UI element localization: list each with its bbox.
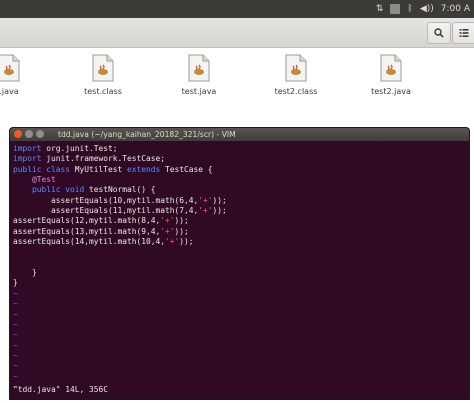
code-line: ~ <box>13 289 466 299</box>
class-file-icon <box>285 54 307 82</box>
window-controls <box>14 130 44 138</box>
code-token: '+' <box>198 195 213 205</box>
file-manager-toolbar <box>0 18 474 48</box>
keyboard-layout-icon[interactable] <box>390 4 401 14</box>
code-line: ~ <box>13 320 466 330</box>
vim-window[interactable]: tdd.java (~/yang_kaihan_20182_321/scr) -… <box>9 127 470 400</box>
file-name: test2.class <box>274 87 318 96</box>
code-line: ~ <box>13 341 466 351</box>
code-token: ~ <box>13 371 18 381</box>
code-token: assertEquals(13,mytil.math(9,4, <box>13 226 161 236</box>
file-item[interactable]: test2.java <box>356 54 426 96</box>
class-file-icon <box>92 54 114 82</box>
code-line: public class MyUtilTest extends TestCase… <box>13 165 466 175</box>
file-item[interactable]: test.class <box>68 54 138 96</box>
code-token: '+' <box>160 226 175 236</box>
code-token: import <box>13 154 42 164</box>
code-line: import junit.framework.TestCase; <box>13 154 466 164</box>
clock[interactable]: 7:00 A <box>441 0 470 18</box>
code-token: } <box>13 268 37 278</box>
file-name: test.java <box>181 87 217 96</box>
java-file-icon <box>0 54 20 82</box>
code-token: junit.framework.TestCase; <box>41 154 166 164</box>
file-name: test2.java <box>371 87 411 96</box>
code-token: org.junit.Test; <box>41 144 118 153</box>
code-line: assertEquals(13,mytil.math(9,4,'+')); <box>13 227 466 237</box>
code-line: ~ <box>13 330 466 340</box>
code-token: )); <box>179 237 194 247</box>
code-token: ~ <box>13 350 18 360</box>
file-name: .java <box>0 87 19 96</box>
view-options-button[interactable] <box>452 22 474 44</box>
system-top-panel: ⇅ ᛒ ◀)) 7:00 A <box>0 0 474 18</box>
code-token: )); <box>212 195 227 205</box>
file-grid: .java test.class test.java test2.class t… <box>0 48 474 126</box>
list-view-icon <box>459 29 469 37</box>
code-line: } <box>13 278 466 288</box>
file-name: test.class <box>84 87 122 96</box>
maximize-button[interactable] <box>36 130 44 138</box>
code-line: @Test <box>13 175 466 185</box>
code-line: ~ <box>13 351 466 361</box>
code-token: ~ <box>13 340 18 350</box>
code-token: TestCase { <box>160 164 213 174</box>
minimize-button[interactable] <box>25 130 33 138</box>
code-buffer[interactable]: import org.junit.Test; import junit.frame… <box>13 144 466 392</box>
code-token: extends <box>127 164 161 174</box>
window-title: tdd.java (~/yang_kaihan_20182_321/scr) -… <box>58 130 236 139</box>
file-item[interactable]: .java <box>0 54 44 96</box>
java-file-icon <box>188 54 210 82</box>
java-file-icon <box>380 54 402 82</box>
search-icon <box>434 28 444 38</box>
code-line: assertEquals(14,mytil.math(10,4,'+')); <box>13 237 466 247</box>
code-token: testNormal() { <box>84 185 156 195</box>
code-token: '+' <box>160 216 175 226</box>
code-token: )); <box>212 206 227 216</box>
code-token: ~ <box>13 319 18 329</box>
code-token: ~ <box>13 309 18 319</box>
code-token: )); <box>174 216 189 226</box>
file-item[interactable]: test.java <box>164 54 234 96</box>
search-button[interactable] <box>427 22 451 44</box>
code-token: ~ <box>13 288 18 298</box>
bluetooth-icon[interactable]: ᛒ <box>407 0 412 18</box>
code-token: public void <box>13 185 85 195</box>
code-token: import <box>13 144 42 153</box>
code-line: assertEquals(11,mytil.math(7,4,'+')); <box>13 206 466 216</box>
system-tray: ⇅ ᛒ ◀)) 7:00 A <box>376 0 474 18</box>
code-line: public void testNormal() { <box>13 185 466 195</box>
close-button[interactable] <box>14 130 22 138</box>
code-line: assertEquals(12,mytil.math(8,4,'+')); <box>13 216 466 226</box>
code-token: )); <box>174 226 189 236</box>
code-line: ~ <box>13 310 466 320</box>
code-line: } <box>13 268 466 278</box>
code-token: assertEquals(12,mytil.math(8,4, <box>13 216 161 226</box>
code-token: @Test <box>13 175 56 185</box>
code-token: MyUtilTest <box>70 164 128 174</box>
code-line: ~ <box>13 361 466 371</box>
code-line: import org.junit.Test; <box>13 144 466 154</box>
file-item[interactable]: test2.class <box>261 54 331 96</box>
code-line: ~ <box>13 299 466 309</box>
code-token: ~ <box>13 299 18 309</box>
code-token: ~ <box>13 330 18 340</box>
code-token: public class <box>13 164 71 174</box>
network-arrows-icon[interactable]: ⇅ <box>376 0 384 18</box>
code-token: ~ <box>13 361 18 371</box>
code-token: '+' <box>165 237 180 247</box>
code-token: } <box>13 278 18 288</box>
code-token: assertEquals(11,mytil.math(7,4, <box>13 206 199 216</box>
code-token: assertEquals(10,mytil.math(6,4, <box>13 195 199 205</box>
code-line: assertEquals(10,mytil.math(6,4,'+')); <box>13 196 466 206</box>
code-token: '+' <box>198 206 213 216</box>
code-line: ~ <box>13 372 466 382</box>
code-token: assertEquals(14,mytil.math(10,4, <box>13 237 166 247</box>
vim-status-line: "tdd.java" 14L, 356C <box>13 385 109 394</box>
volume-icon[interactable]: ◀)) <box>420 0 434 18</box>
window-titlebar[interactable]: tdd.java (~/yang_kaihan_20182_321/scr) -… <box>10 128 469 141</box>
